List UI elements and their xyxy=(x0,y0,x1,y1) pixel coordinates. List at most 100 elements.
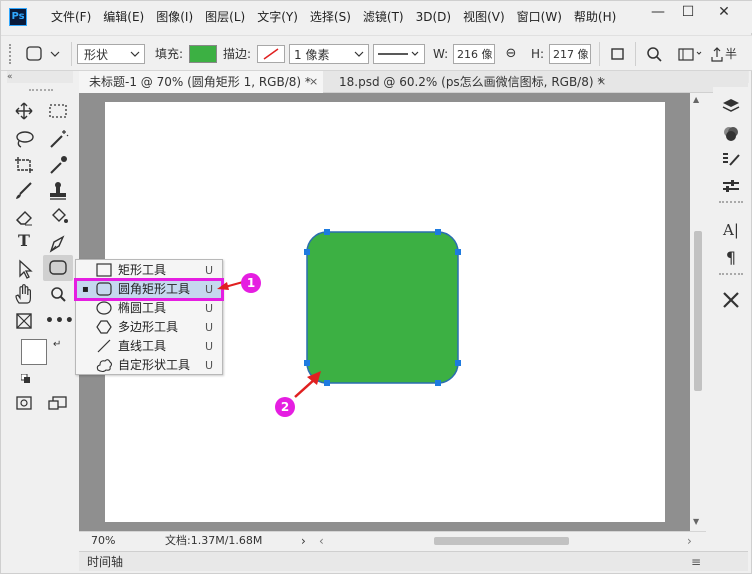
more-tools-button[interactable]: ••• xyxy=(45,309,74,333)
eraser-tool[interactable] xyxy=(11,205,37,229)
tool-preset-picker[interactable] xyxy=(23,44,67,64)
quick-mask-button[interactable] xyxy=(11,391,37,415)
fill-color xyxy=(190,46,216,62)
hand-tool[interactable] xyxy=(11,283,37,307)
flyout-line-tool[interactable]: 直线工具 U xyxy=(76,337,222,356)
anchor-point-handle[interactable] xyxy=(304,249,310,255)
toolbox-collapse-bar[interactable]: « xyxy=(7,71,73,83)
eyedropper-tool[interactable] xyxy=(45,153,71,177)
menu-filter[interactable]: 滤镜(T) xyxy=(357,1,410,33)
width-input[interactable]: 216 像 xyxy=(453,44,495,64)
zoom-tool[interactable] xyxy=(45,283,71,307)
line-icon xyxy=(97,339,111,353)
maximize-button[interactable]: ☐ xyxy=(673,1,703,25)
status-menu-arrow-icon[interactable]: › xyxy=(301,532,306,550)
magic-wand-tool[interactable] xyxy=(45,127,71,151)
menu-view[interactable]: 视图(V) xyxy=(457,1,511,33)
tab-18-psd[interactable]: 18.psd @ 60.2% (ps怎么画微信图标, RGB/8) * × xyxy=(329,71,619,93)
horizontal-scroll-thumb[interactable] xyxy=(434,537,569,545)
tools-panel-icon[interactable] xyxy=(719,289,743,311)
brush-tool[interactable] xyxy=(11,179,37,203)
search-icon xyxy=(647,47,662,62)
close-tab-icon[interactable]: × xyxy=(309,71,318,93)
toolbox: T ••• ↵ xyxy=(9,87,74,417)
flyout-shortcut: U xyxy=(205,321,214,334)
crop-tool[interactable] xyxy=(11,153,37,177)
scroll-right-icon[interactable]: › xyxy=(687,532,692,550)
rounded-rectangle-preset-icon xyxy=(26,46,60,61)
anchor-point-handle[interactable] xyxy=(455,249,461,255)
stroke-width-select[interactable]: 1 像素 xyxy=(289,44,369,64)
tab-untitled-1[interactable]: 未标题-1 @ 70% (圆角矩形 1, RGB/8) * × xyxy=(79,71,323,93)
timeline-panel[interactable]: 时间轴 ≡ xyxy=(79,551,748,571)
flyout-label: 椭圆工具 xyxy=(118,301,167,315)
menu-window[interactable]: 窗口(W) xyxy=(511,1,568,33)
panel-menu-icon[interactable]: ≡ xyxy=(691,552,701,572)
path-selection-tool[interactable] xyxy=(11,257,37,281)
menu-type[interactable]: 文字(Y) xyxy=(251,1,304,33)
search-button[interactable] xyxy=(645,44,665,64)
move-tool[interactable] xyxy=(11,99,37,123)
flyout-custom-shape-tool[interactable]: 自定形状工具 U xyxy=(76,356,222,375)
menu-layer[interactable]: 图层(L) xyxy=(199,1,251,33)
custom-shape-icon xyxy=(96,359,112,373)
brush-settings-icon[interactable] xyxy=(719,149,743,171)
menu-select[interactable]: 选择(S) xyxy=(304,1,357,33)
link-icon[interactable]: ⊖ xyxy=(502,44,520,64)
shape-tool[interactable] xyxy=(43,255,73,281)
menu-edit[interactable]: 编辑(E) xyxy=(97,1,150,33)
stroke-type-select[interactable] xyxy=(373,44,425,64)
stamp-tool[interactable] xyxy=(45,179,71,203)
scroll-down-icon[interactable]: ▼ xyxy=(693,517,699,526)
zoom-level[interactable]: 70% xyxy=(91,532,115,550)
pen-tool[interactable] xyxy=(45,231,71,255)
layers-icon[interactable] xyxy=(719,95,743,117)
menu-help[interactable]: 帮助(H) xyxy=(568,1,622,33)
scroll-thumb[interactable] xyxy=(694,231,702,391)
flyout-rounded-rectangle-tool[interactable]: ▪ 圆角矩形工具 U xyxy=(74,278,224,301)
tab-label: 18.psd @ 60.2% (ps怎么画微信图标, RGB/8) * xyxy=(339,75,604,89)
flyout-polygon-tool[interactable]: 多边形工具 U xyxy=(76,318,222,337)
anchor-point-handle[interactable] xyxy=(435,229,441,235)
close-button[interactable]: ✕ xyxy=(709,1,739,25)
paragraph-panel-icon[interactable]: ¶ xyxy=(719,247,743,269)
anchor-point-handle[interactable] xyxy=(324,229,330,235)
frame-tool[interactable] xyxy=(11,309,37,333)
fill-color-swatch[interactable] xyxy=(189,45,217,63)
menu-items: 文件(F) 编辑(E) 图像(I) 图层(L) 文字(Y) 选择(S) 滤镜(T… xyxy=(45,1,622,33)
close-tab-icon[interactable]: × xyxy=(597,71,606,93)
foreground-color-swatch[interactable] xyxy=(21,339,47,365)
path-operations-button[interactable] xyxy=(609,44,627,64)
menu-3d[interactable]: 3D(D) xyxy=(410,1,457,33)
share-button[interactable]: 半 xyxy=(709,44,749,64)
flyout-rectangle-tool[interactable]: 矩形工具 U xyxy=(76,261,222,280)
flyout-ellipse-tool[interactable]: 椭圆工具 U xyxy=(76,299,222,318)
anchor-point-handle[interactable] xyxy=(455,360,461,366)
timeline-label: 时间轴 xyxy=(87,555,124,569)
extra-label: 半 xyxy=(725,47,738,61)
shape-mode-select[interactable]: 形状 xyxy=(77,44,145,64)
no-stroke-icon xyxy=(263,48,279,60)
lasso-tool[interactable] xyxy=(11,127,37,151)
stroke-color-swatch[interactable] xyxy=(257,45,285,63)
minimize-button[interactable]: — xyxy=(643,1,673,25)
menu-image[interactable]: 图像(I) xyxy=(150,1,199,33)
scroll-left-icon[interactable]: ‹ xyxy=(319,532,324,550)
channels-icon[interactable] xyxy=(719,123,743,145)
swap-colors-icon[interactable]: ↵ xyxy=(53,339,61,350)
screen-mode-button[interactable] xyxy=(45,391,71,415)
anchor-point-handle[interactable] xyxy=(435,380,441,386)
adjustments-icon[interactable] xyxy=(719,175,743,197)
scroll-up-icon[interactable]: ▲ xyxy=(693,95,699,104)
options-grip xyxy=(9,44,11,64)
vertical-scrollbar[interactable]: ▲ ▼ xyxy=(690,93,706,531)
default-colors-icon[interactable] xyxy=(20,373,31,383)
height-input[interactable]: 217 像 xyxy=(549,44,591,64)
character-panel-icon[interactable]: A| xyxy=(719,221,743,243)
marquee-tool[interactable] xyxy=(45,99,71,123)
paint-bucket-tool[interactable] xyxy=(45,205,71,229)
type-tool[interactable]: T xyxy=(11,231,37,255)
menu-file[interactable]: 文件(F) xyxy=(45,1,97,33)
workspace-button[interactable] xyxy=(677,44,703,64)
height-label: H: xyxy=(531,47,545,61)
